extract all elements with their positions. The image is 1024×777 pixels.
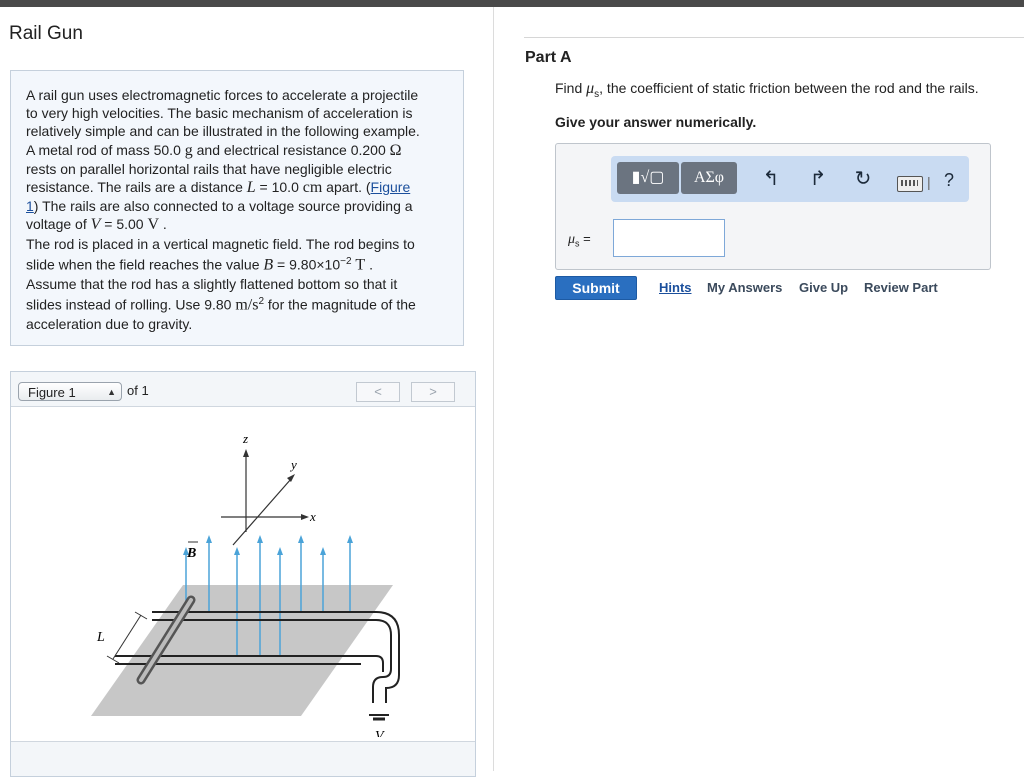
top-window-bar bbox=[0, 0, 1024, 7]
length-label: L bbox=[96, 630, 105, 645]
next-figure-button[interactable]: > bbox=[411, 382, 455, 402]
voltage-label: V bbox=[375, 729, 385, 737]
templates-button[interactable]: ▮√▢ bbox=[617, 162, 679, 194]
answer-panel: ▮√▢ ΑΣφ ↰ ↱ ↻ | ? μs = bbox=[555, 143, 991, 270]
keyboard-icon[interactable] bbox=[897, 176, 923, 192]
hints-link[interactable]: Hints bbox=[659, 280, 692, 295]
math-toolbar: ▮√▢ ΑΣφ ↰ ↱ ↻ | ? bbox=[611, 156, 969, 202]
figure-link-number[interactable]: 1 bbox=[26, 198, 34, 214]
part-title: Part A bbox=[525, 49, 572, 66]
give-up-link[interactable]: Give Up bbox=[799, 280, 848, 295]
answer-input[interactable] bbox=[613, 219, 725, 257]
figure-link[interactable]: Figure bbox=[371, 179, 411, 195]
right-pane: Part A Find μs, the coefficient of stati… bbox=[494, 7, 1024, 771]
figure-panel: Figure 1 ▲ of 1 < > z y x B V L bbox=[10, 371, 476, 777]
reset-icon[interactable]: ↻ bbox=[851, 167, 875, 191]
undo-icon[interactable]: ↰ bbox=[759, 167, 783, 191]
my-answers-link[interactable]: My Answers bbox=[707, 280, 782, 295]
review-part-link[interactable]: Review Part bbox=[864, 280, 938, 295]
figure-toolbar: Figure 1 ▲ of 1 < > bbox=[11, 372, 475, 407]
prev-figure-button[interactable]: < bbox=[356, 382, 400, 402]
question-text: Find μs, the coefficient of static frict… bbox=[555, 80, 979, 100]
problem-statement: A rail gun uses electromagnetic forces t… bbox=[10, 70, 464, 346]
answer-instruction: Give your answer numerically. bbox=[555, 114, 757, 130]
rail-gun-figure: z y x B V L bbox=[91, 431, 400, 737]
redo-icon[interactable]: ↱ bbox=[806, 167, 830, 191]
problem-title: Rail Gun bbox=[9, 23, 83, 44]
help-icon[interactable]: ? bbox=[944, 170, 954, 191]
select-arrows-icon: ▲ bbox=[107, 387, 116, 397]
left-pane: Rail Gun A rail gun uses electromagnetic… bbox=[0, 7, 494, 777]
b-field-label: B bbox=[186, 546, 196, 561]
symbols-button[interactable]: ΑΣφ bbox=[681, 162, 737, 194]
z-axis-label: z bbox=[242, 431, 248, 446]
rail-plane bbox=[91, 585, 393, 716]
figure-count: of 1 bbox=[127, 383, 149, 398]
figure-select[interactable]: Figure 1 ▲ bbox=[18, 382, 122, 401]
toolbar-separator: | bbox=[927, 174, 931, 190]
y-axis-label: y bbox=[289, 457, 297, 472]
submit-button[interactable]: Submit bbox=[555, 276, 637, 300]
x-axis-label: x bbox=[309, 509, 316, 524]
answer-label: μs = bbox=[568, 231, 591, 249]
part-divider bbox=[524, 37, 1024, 38]
